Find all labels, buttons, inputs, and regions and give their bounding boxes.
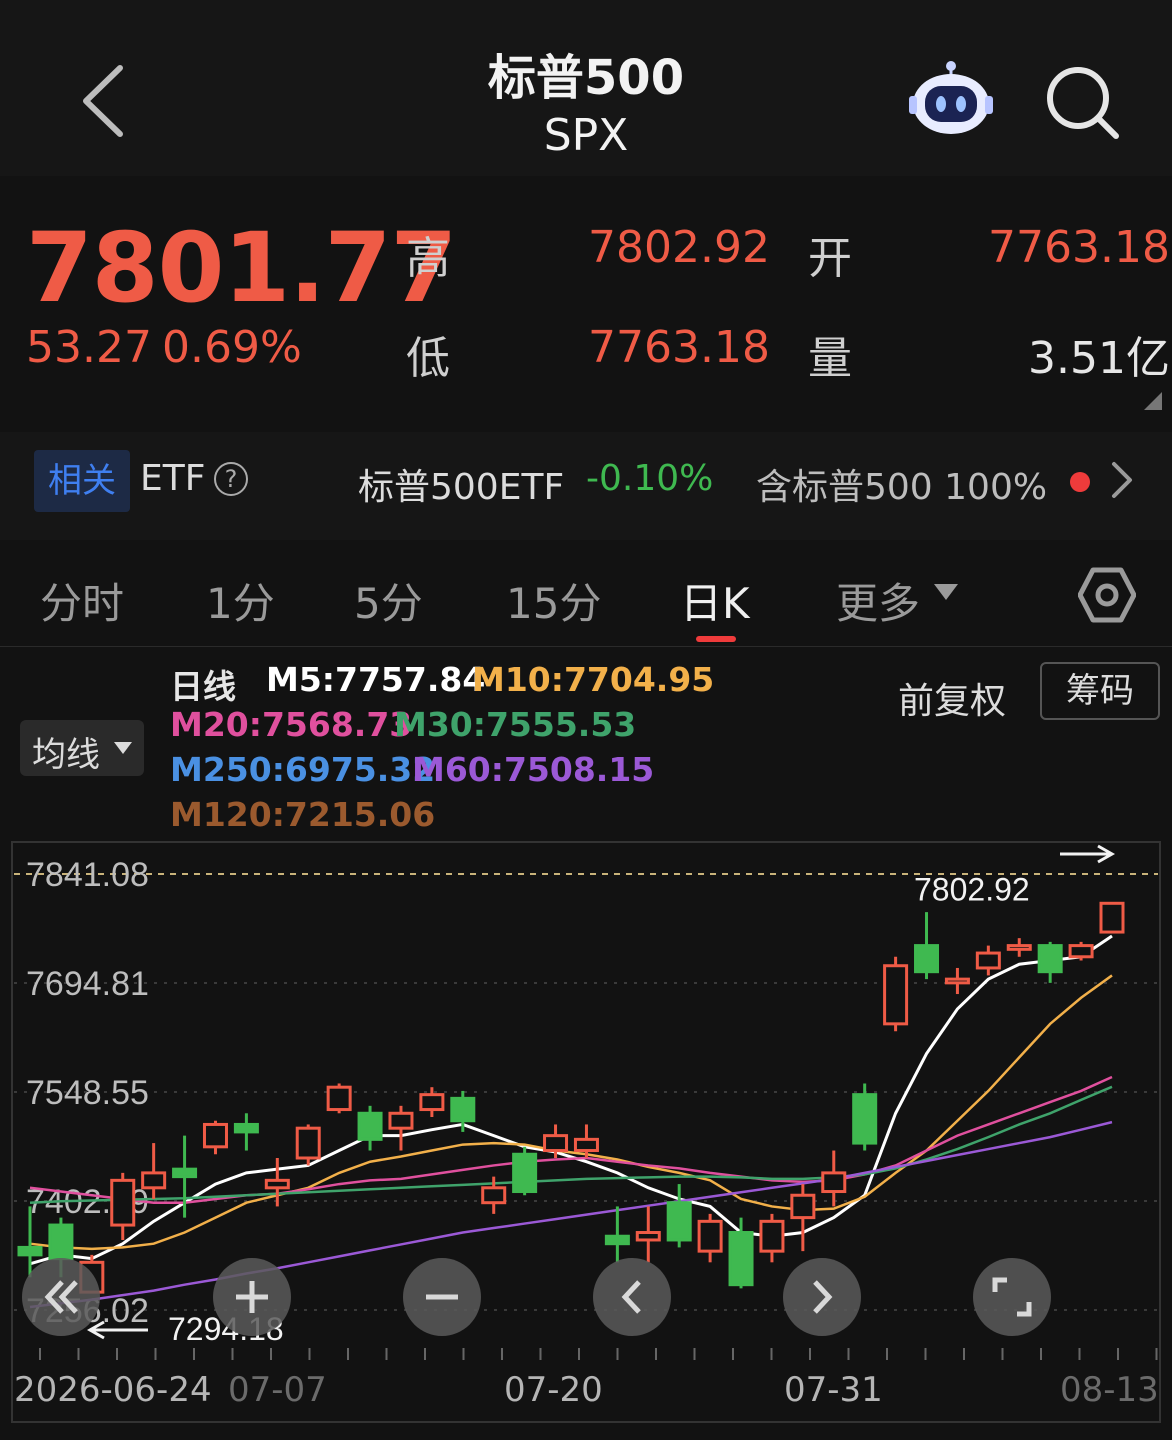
candle-up: [388, 1111, 414, 1130]
candle-down: [666, 1201, 692, 1242]
period-label: 日线: [170, 667, 236, 706]
related-badge: 相关: [34, 450, 130, 512]
candle-up: [326, 1085, 352, 1112]
help-icon[interactable]: ?: [214, 462, 248, 496]
tab-more[interactable]: 更多: [836, 570, 920, 631]
search-icon[interactable]: [1040, 60, 1124, 144]
ma-line-m60: [29, 1120, 1113, 1309]
scroll-left-fast-button[interactable]: [22, 1258, 100, 1336]
low-value: 7763.18: [588, 322, 770, 373]
high-marker-label: 7802.92: [914, 871, 1030, 907]
etf-holding: 含标普500 100%: [756, 467, 1048, 508]
open-value: 7763.18: [988, 222, 1170, 273]
ma30-value: M30:7555.53: [394, 705, 637, 744]
fullscreen-button[interactable]: [973, 1258, 1051, 1336]
scroll-left-button[interactable]: [593, 1258, 671, 1336]
candle-down: [48, 1223, 74, 1261]
candle-up: [543, 1134, 569, 1153]
volume-value: 3.51亿: [1028, 333, 1170, 384]
candle-up: [1099, 901, 1125, 934]
ma-line-m30: [29, 1085, 1113, 1204]
tab-daily-k[interactable]: 日K: [680, 570, 750, 631]
price-adjust-toggle[interactable]: 前复权: [898, 672, 1006, 724]
candle-up: [635, 1231, 661, 1242]
x-label-start: 2026-06-24: [14, 1370, 212, 1410]
candle-up: [821, 1171, 847, 1194]
ma-line-m20: [29, 1075, 1113, 1204]
kline-chart[interactable]: 7841.087694.817548.557402.297256.02 7802…: [0, 820, 1172, 1440]
candle-up: [975, 951, 1001, 970]
ai-assistant-icon[interactable]: [905, 58, 997, 138]
ma-line-m5: [29, 934, 1113, 1266]
chevron-right-icon[interactable]: [1106, 458, 1136, 502]
candle-down: [512, 1152, 538, 1194]
ma60-value: M60:7508.15: [412, 750, 655, 789]
candle-down: [172, 1167, 198, 1179]
low-label: 低: [406, 333, 450, 384]
zoom-out-button[interactable]: [403, 1258, 481, 1336]
candle-down: [914, 944, 940, 974]
candle-down: [604, 1234, 630, 1246]
ma10-value: M10:7704.95: [472, 660, 715, 699]
etf-label: ETF: [140, 458, 206, 499]
zoom-in-button[interactable]: [213, 1258, 291, 1336]
candle-down: [233, 1122, 259, 1134]
candle-up: [202, 1122, 228, 1149]
open-label: 开: [808, 233, 852, 284]
high-label: 高: [406, 233, 450, 284]
high-value: 7802.92: [588, 222, 770, 273]
ma-line-m10: [29, 974, 1113, 1251]
candle-up: [110, 1178, 136, 1227]
etf-name[interactable]: 标普500ETF: [358, 458, 564, 510]
price-change: 53.27: [26, 322, 152, 373]
candle-up: [790, 1193, 816, 1220]
candle-up: [264, 1178, 290, 1190]
expand-corner-icon[interactable]: [1144, 392, 1162, 410]
x-label: 08-13: [1060, 1370, 1159, 1410]
candle-down: [450, 1096, 476, 1123]
y-tick-label: 7548.55: [26, 1074, 149, 1112]
y-tick-label: 7841.08: [26, 856, 149, 894]
settings-icon[interactable]: [1077, 566, 1137, 624]
etf-change: -0.10%: [586, 458, 714, 499]
x-label: 07-07: [228, 1370, 327, 1410]
candle-down: [852, 1093, 878, 1145]
x-label: 07-20: [504, 1370, 603, 1410]
caret-down-icon: [934, 584, 958, 600]
ma-selector-label: 均线: [32, 735, 100, 775]
volume-label: 量: [808, 333, 852, 384]
tab-15min[interactable]: 15分: [506, 570, 601, 631]
candle-down: [1037, 944, 1063, 974]
candle-up: [883, 964, 909, 1026]
active-tab-indicator: [696, 636, 736, 642]
last-price: 7801.77: [26, 212, 457, 324]
candle-up: [759, 1219, 785, 1253]
chip-distribution-button[interactable]: 筹码: [1040, 662, 1160, 720]
candle-down: [17, 1245, 43, 1257]
tab-5min[interactable]: 5分: [354, 570, 423, 631]
scroll-right-button[interactable]: [783, 1258, 861, 1336]
price-change-pct: 0.69%: [162, 322, 302, 373]
candle-up: [944, 977, 970, 985]
x-label: 07-31: [784, 1370, 883, 1410]
ma250-value: M250:6975.32: [170, 750, 436, 789]
candle-up: [573, 1137, 599, 1153]
candle-up: [295, 1126, 321, 1160]
candle-up: [697, 1219, 723, 1253]
ma5-value: M5:7757.84: [266, 660, 486, 699]
tab-1min[interactable]: 1分: [206, 570, 275, 631]
y-tick-label: 7694.81: [26, 965, 149, 1003]
tab-intraday[interactable]: 分时: [40, 570, 124, 631]
candle-up: [1006, 944, 1032, 951]
candle-up: [419, 1093, 445, 1112]
ma20-value: M20:7568.73: [170, 705, 413, 744]
candle-up: [141, 1171, 167, 1190]
candle-up: [481, 1186, 507, 1205]
candle-down: [728, 1231, 754, 1287]
candle-down: [357, 1111, 383, 1141]
caret-down-icon: [114, 742, 132, 754]
candle-up: [1068, 944, 1094, 959]
notification-dot-icon: [1070, 472, 1090, 492]
